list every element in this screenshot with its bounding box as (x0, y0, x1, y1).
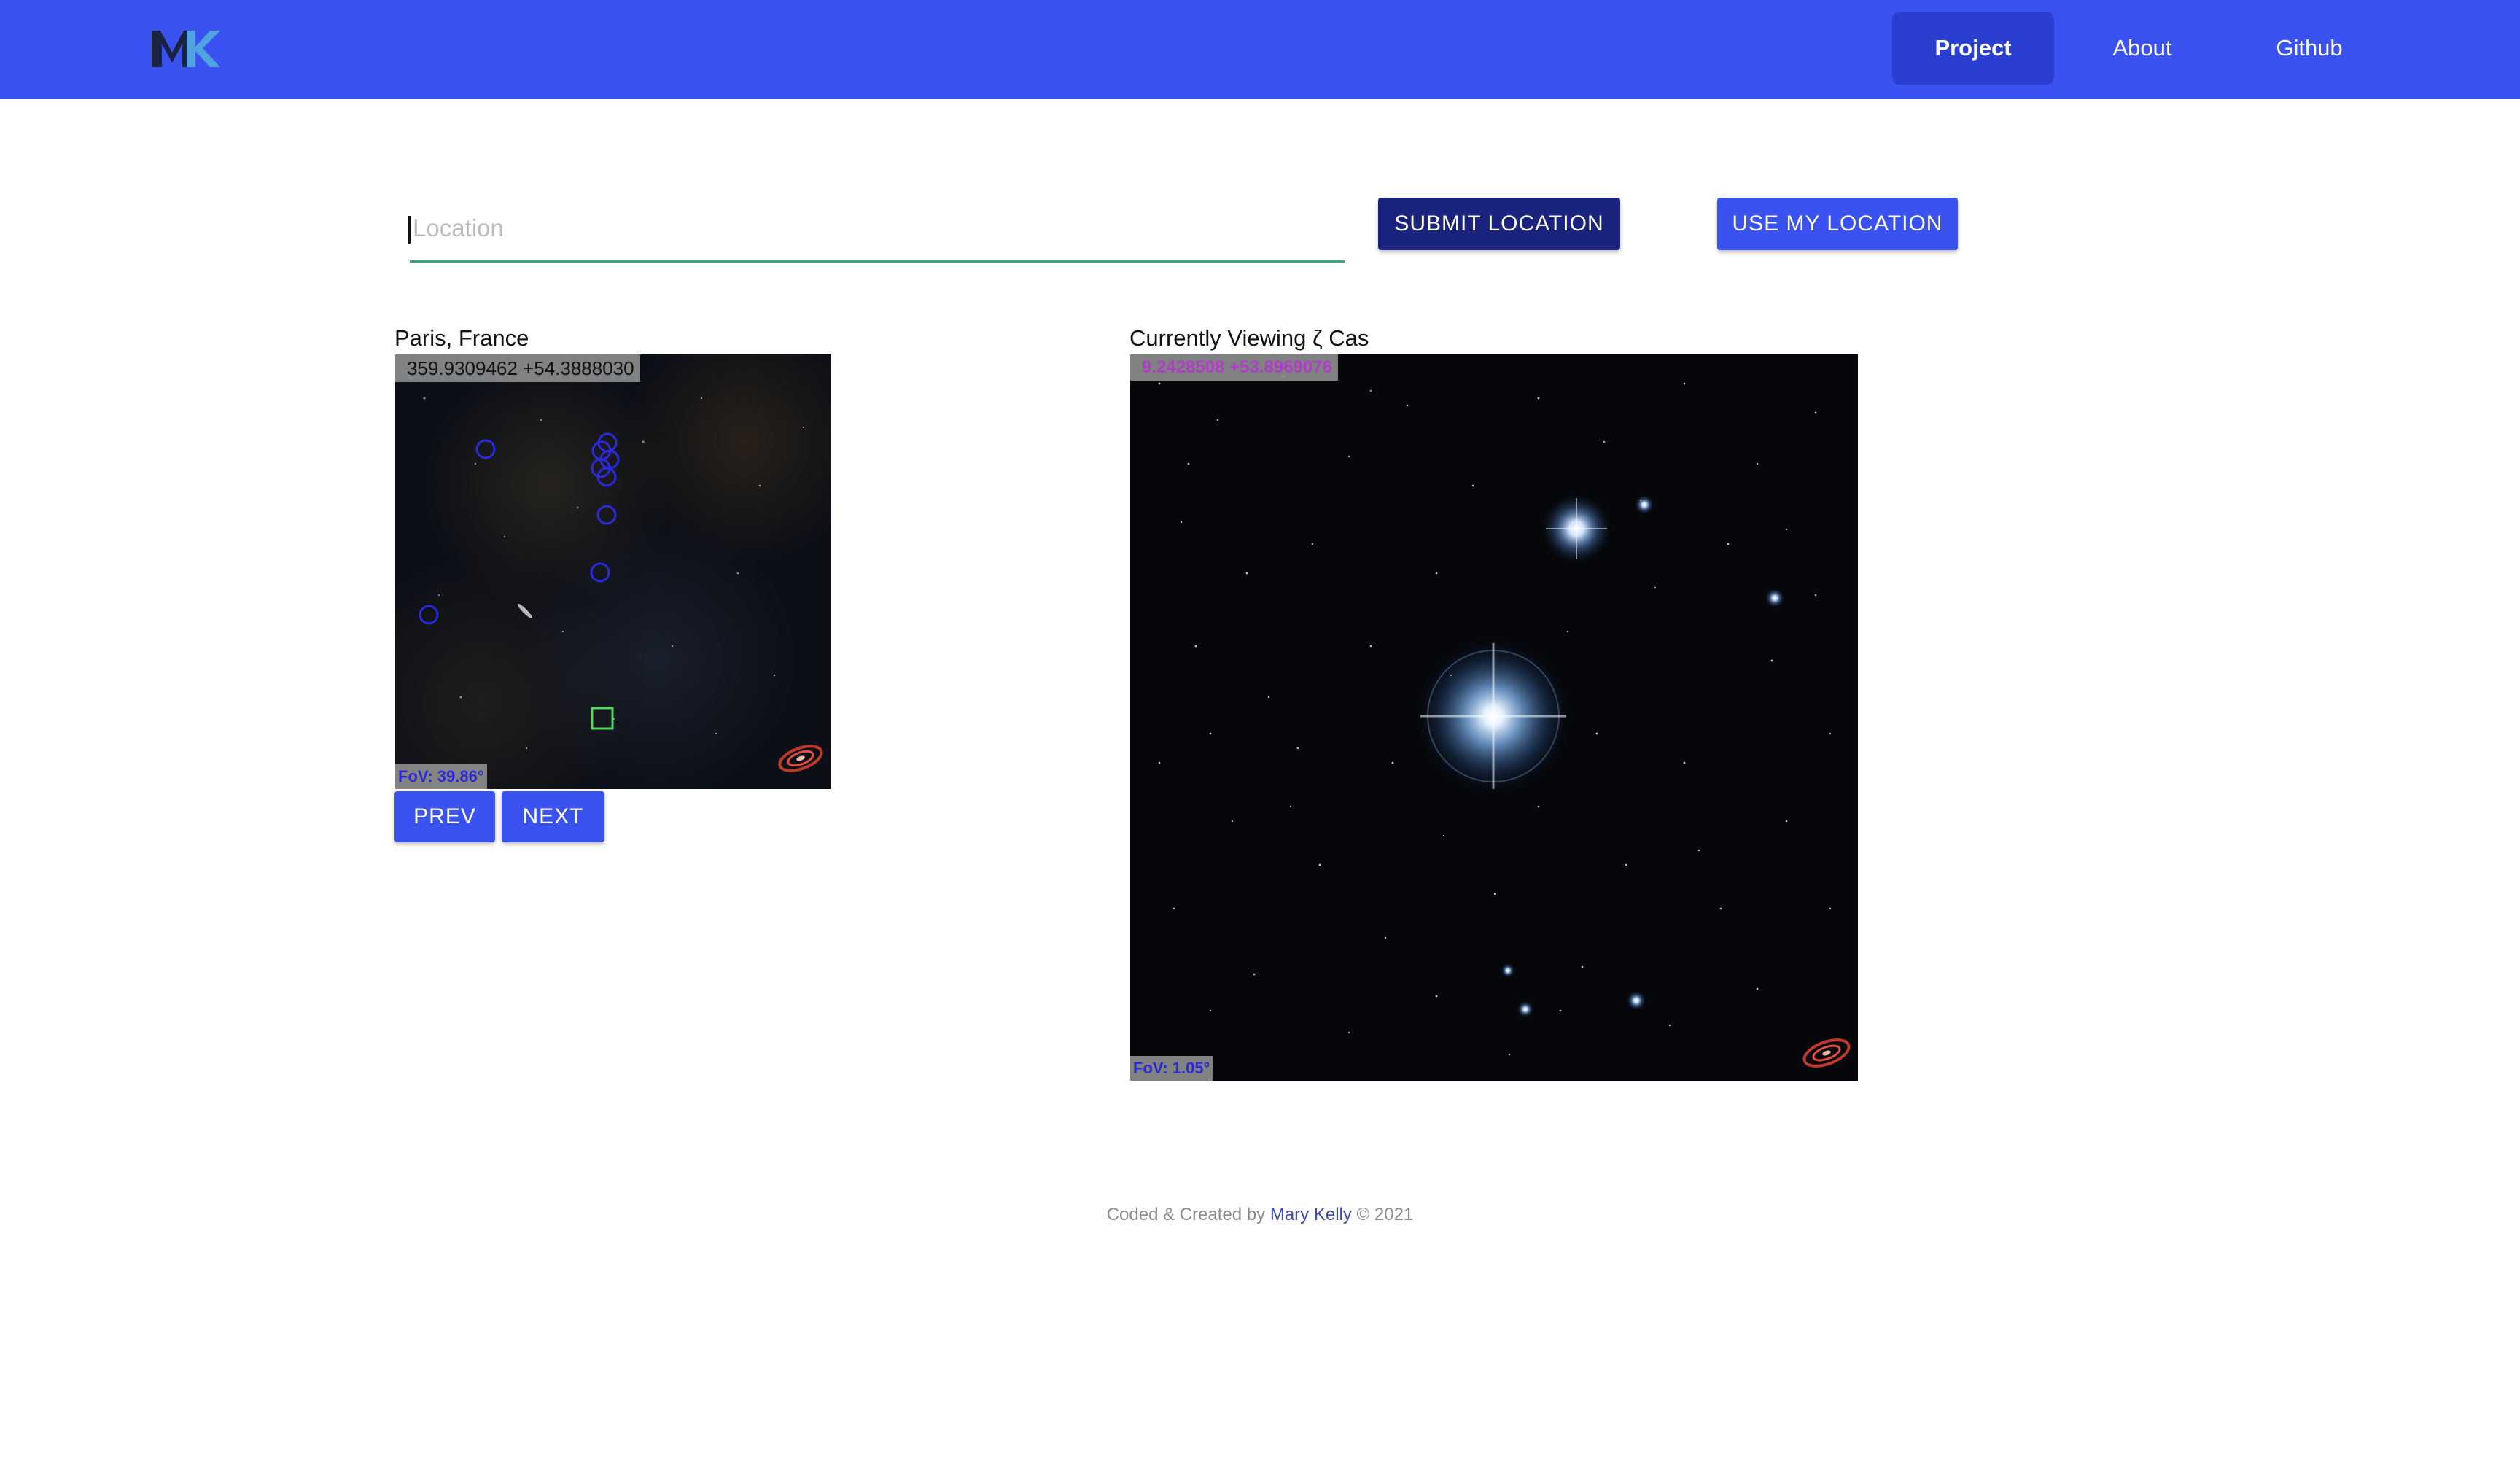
location-field (410, 195, 1345, 264)
object-marker (475, 439, 496, 459)
location-input[interactable] (410, 195, 1345, 263)
next-button[interactable]: NEXT (502, 791, 604, 842)
galaxy-icon (1802, 1038, 1851, 1068)
footer-prefix: Coded & Created by (1106, 1205, 1270, 1224)
nav-github[interactable]: Github (2231, 12, 2387, 85)
galaxy-mark (517, 603, 533, 619)
author-link[interactable]: Mary Kelly (1270, 1205, 1352, 1224)
selected-target-marker (591, 707, 614, 730)
use-my-location-button[interactable]: USE MY LOCATION (1717, 198, 1958, 250)
fov-readout: FoV: 39.86° (395, 764, 487, 789)
mk-logo[interactable] (150, 28, 220, 69)
object-marker (596, 505, 617, 525)
object-marker (590, 562, 610, 583)
place-label: Paris, France (394, 325, 529, 351)
footer: Coded & Created by Mary Kelly © 2021 (0, 1205, 2520, 1225)
sky-map-overlay (419, 397, 823, 772)
currently-viewing-label: Currently Viewing ζ Cas (1129, 325, 1369, 351)
prev-button[interactable]: PREV (394, 791, 495, 842)
nav-about[interactable]: About (2071, 12, 2214, 85)
star-field (1158, 375, 1851, 1068)
fov-readout: FoV: 1.05° (1130, 1056, 1213, 1081)
coordinates-readout: 9.2428508 +53.8969076 (1130, 354, 1338, 381)
star-detail-view[interactable]: 9.2428508 +53.8969076 FoV: 1.05° (1130, 354, 1858, 1081)
galaxy-icon (778, 745, 823, 772)
text-caret (408, 216, 411, 244)
nav-project[interactable]: Project (1892, 12, 2054, 85)
top-navbar: Project About Github (0, 0, 2520, 99)
sky-map-small[interactable]: 359.9309462 +54.3888030 FoV: 39.86° (395, 354, 831, 789)
submit-location-button[interactable]: SUBMIT LOCATION (1378, 198, 1620, 250)
coordinates-readout: 359.9309462 +54.3888030 (395, 354, 640, 382)
footer-suffix: © 2021 (1351, 1205, 1414, 1224)
object-marker (419, 605, 439, 625)
